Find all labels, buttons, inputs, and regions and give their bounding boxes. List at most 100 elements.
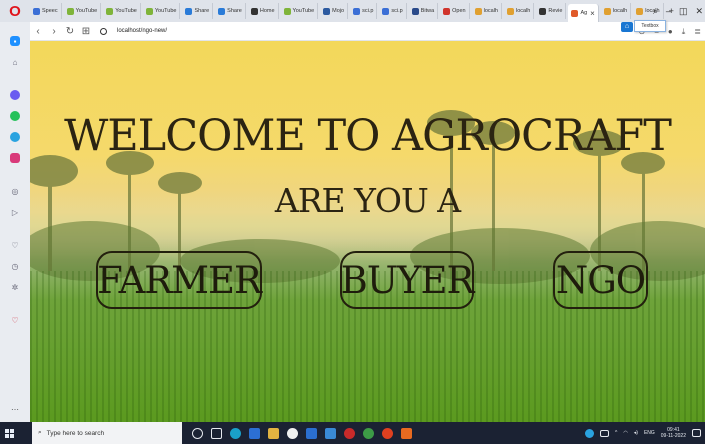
edge-icon[interactable] [230, 427, 241, 439]
minimize-icon[interactable]: – [666, 6, 671, 16]
firefox-icon[interactable] [382, 427, 393, 439]
tab[interactable]: sci.p [379, 3, 407, 19]
tab[interactable]: Home [248, 3, 279, 19]
whatsapp-icon[interactable] [10, 111, 20, 121]
easy-setup-icon[interactable]: ≣ [694, 27, 701, 36]
language-indicator[interactable]: ENG [644, 430, 655, 436]
buyer-button[interactable]: BUYER [340, 251, 474, 309]
store-icon[interactable] [249, 427, 260, 439]
tab-favicon-icon [323, 7, 331, 15]
messenger-icon[interactable] [10, 90, 20, 100]
tab[interactable]: YouTube [143, 3, 181, 19]
tab[interactable]: Open [440, 3, 470, 19]
tab-strip: O Speec YouTube YouTube YouTube Share Share Ho… [0, 0, 705, 22]
instagram-icon[interactable] [10, 153, 20, 163]
tab-label: Mojo [332, 8, 345, 14]
tab[interactable]: Speec [30, 3, 62, 19]
task-view-icon[interactable] [211, 427, 222, 439]
start-button[interactable] [0, 422, 18, 444]
tab[interactable]: Share [182, 3, 214, 19]
tab[interactable]: YouTube [281, 3, 319, 19]
address-bar-row: ‹ › ↻ ⊞ localhost/ngo-new/ ⊙ ≡ ● ⤓ ≣ [30, 22, 705, 41]
taskbar-search[interactable]: ⌕ Type here to search [32, 422, 182, 444]
tabs-grid-icon[interactable]: ⊞ [78, 26, 94, 37]
welcome-heading: WELCOME TO AGROCRAFT [64, 111, 672, 161]
window-controls: ⌕ – ◫ ✕ [653, 0, 703, 22]
volume-icon[interactable]: ◂) [634, 430, 638, 436]
browser-icon[interactable] [287, 427, 298, 439]
tab-label: Revie [548, 8, 563, 14]
clock-icon[interactable]: ◷ [10, 261, 20, 271]
profile-icon[interactable]: ● [668, 27, 673, 36]
browser-sidebar: ▪ ⌂ ◎ ▷ ♡ ◷ ✲ ♡ ⋯ [0, 22, 30, 422]
tab-label: sci.p [391, 8, 403, 14]
back-icon[interactable]: ‹ [30, 26, 46, 37]
tooltip: Textbox [634, 20, 666, 32]
tab-label: YouTube [115, 8, 137, 14]
home-icon[interactable]: ⌂ [10, 57, 20, 67]
tab[interactable]: localh [601, 3, 632, 19]
more-icon[interactable]: ⋯ [11, 405, 19, 414]
bookmarks-heart-icon[interactable]: ♡ [10, 240, 20, 250]
tab-favicon-icon [603, 7, 611, 15]
mail-icon[interactable] [325, 427, 336, 439]
tab-label: localh [483, 8, 498, 14]
tray-monitor-icon[interactable] [600, 429, 610, 437]
player-icon[interactable]: ▷ [10, 207, 20, 217]
tab-favicon-icon [145, 7, 153, 15]
opera-icon[interactable] [344, 427, 355, 439]
taskbar: ⌕ Type here to search ^ ◠ ◂) ENG 09:41 0… [0, 422, 705, 444]
tab-favicon-icon [106, 7, 114, 15]
forward-icon[interactable]: › [46, 26, 62, 37]
tab[interactable]: localh [504, 3, 535, 19]
farmer-button[interactable]: FARMER [96, 251, 262, 309]
tab[interactable]: Share [215, 3, 246, 19]
telegram-icon[interactable] [10, 132, 20, 142]
word-icon[interactable] [306, 427, 317, 439]
address-field[interactable]: localhost/ngo-new/ [117, 28, 167, 34]
close-window-icon[interactable]: ✕ [695, 6, 703, 17]
tab-label: YouTube [75, 8, 98, 14]
tab-favicon-icon [250, 7, 258, 15]
download-icon[interactable]: ⤓ [682, 27, 686, 37]
close-tab-icon[interactable]: × [590, 9, 595, 18]
ngo-button[interactable]: NGO [553, 251, 648, 309]
tab[interactable]: Revie [536, 3, 567, 19]
tab-label: Open [452, 8, 466, 14]
tab[interactable]: YouTube [103, 3, 141, 19]
show-hidden-icons[interactable]: ^ [615, 430, 617, 436]
opera-logo-icon[interactable]: O [0, 0, 30, 22]
tab-active[interactable]: Ag × [568, 4, 599, 22]
tab[interactable]: sci.p [350, 3, 378, 19]
tabs-menu-icon[interactable]: ◫ [679, 6, 688, 17]
tab[interactable]: YouTube [64, 3, 102, 19]
tab-favicon-icon [283, 7, 291, 15]
clock[interactable]: 09:41 09-11-2022 [661, 427, 686, 439]
tab[interactable]: Mojo [320, 3, 349, 19]
tab-label: Home [259, 8, 275, 14]
pinboard-icon[interactable]: ♡ [10, 315, 20, 325]
screen: O Speec YouTube YouTube YouTube Share Share Ho… [0, 0, 705, 444]
textbox-extension-icon[interactable]: ⌂ [621, 22, 633, 32]
tray-app-icon[interactable] [585, 428, 595, 438]
taskbar-apps [192, 427, 412, 439]
speed-dial-icon[interactable]: ▪ [10, 36, 20, 46]
search-tabs-icon[interactable]: ⌕ [653, 6, 658, 17]
chrome-icon[interactable] [363, 427, 374, 439]
search-icon: ⌕ [38, 429, 42, 436]
history-icon[interactable]: ◎ [10, 186, 20, 196]
site-info-icon[interactable] [100, 27, 107, 35]
notifications-icon[interactable] [692, 429, 701, 437]
settings-gear-icon[interactable]: ✲ [10, 282, 20, 292]
tab-favicon-icon [443, 7, 451, 15]
tab-favicon-icon [353, 7, 361, 15]
cortana-icon[interactable] [192, 427, 203, 439]
file-explorer-icon[interactable] [268, 427, 279, 439]
tab[interactable]: localh [472, 3, 502, 19]
tab-label: localh [612, 8, 628, 14]
tab[interactable]: Bitwa [409, 3, 439, 19]
network-icon[interactable]: ◠ [623, 430, 627, 436]
tab-favicon-icon [185, 7, 193, 15]
reload-icon[interactable]: ↻ [62, 26, 78, 37]
app-icon[interactable] [401, 427, 412, 439]
